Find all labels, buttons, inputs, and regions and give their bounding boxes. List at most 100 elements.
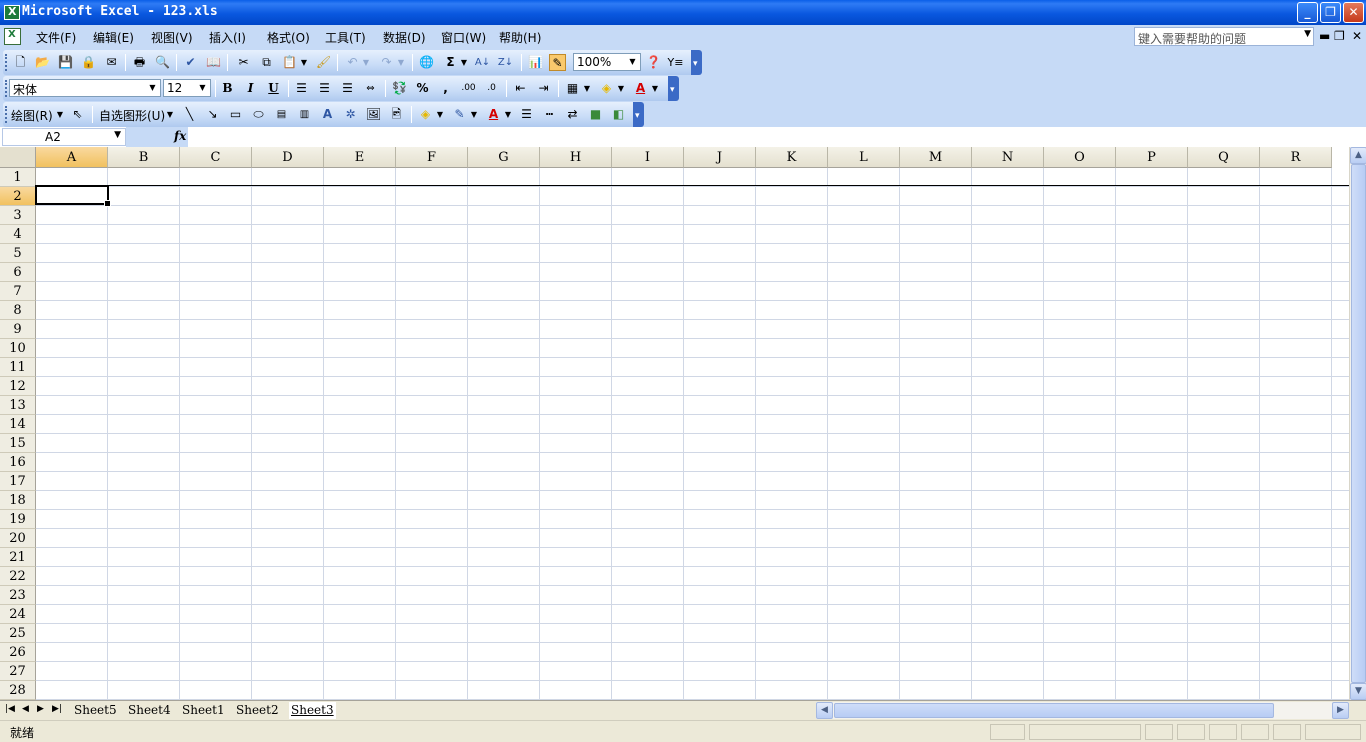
menu-help[interactable]: 帮助(H) xyxy=(499,29,541,46)
menu-window[interactable]: 窗口(W) xyxy=(441,29,486,46)
print-preview-icon[interactable]: 🔍 xyxy=(154,54,171,71)
autosum-icon[interactable]: Σ xyxy=(442,54,459,71)
row-header-7[interactable]: 7 xyxy=(0,282,36,301)
row-header-28[interactable]: 28 xyxy=(0,681,36,700)
active-cell[interactable] xyxy=(35,185,111,207)
align-right-icon[interactable]: ☰ xyxy=(339,80,356,97)
column-header-e[interactable]: E xyxy=(324,147,396,168)
menu-edit[interactable]: 编辑(E) xyxy=(93,29,134,46)
chevron-down-icon[interactable]: ▼ xyxy=(459,54,469,71)
chevron-down-icon[interactable]: ▼ xyxy=(582,80,592,97)
copy-icon[interactable]: ⧉ xyxy=(258,54,275,71)
tab-sheet2[interactable]: Sheet2 xyxy=(236,702,279,719)
save-icon[interactable]: 💾 xyxy=(57,54,74,71)
first-sheet-button[interactable]: |◀ xyxy=(5,704,15,714)
column-header-i[interactable]: I xyxy=(612,147,684,168)
column-header-m[interactable]: M xyxy=(900,147,972,168)
toolbar-options-button[interactable] xyxy=(691,50,702,75)
column-header-o[interactable]: O xyxy=(1044,147,1116,168)
textbox-icon[interactable]: ▤ xyxy=(273,106,290,123)
menu-format[interactable]: 格式(O) xyxy=(267,29,310,46)
clipart-icon[interactable]: 🖼 xyxy=(365,106,382,123)
row-header-17[interactable]: 17 xyxy=(0,472,36,491)
wordart-icon[interactable]: A xyxy=(319,106,336,123)
column-header-p[interactable]: P xyxy=(1116,147,1188,168)
toolbar-grip[interactable] xyxy=(5,106,8,123)
row-header-24[interactable]: 24 xyxy=(0,605,36,624)
column-header-q[interactable]: Q xyxy=(1188,147,1260,168)
picture-icon[interactable]: 🖻 xyxy=(388,106,405,123)
column-header-h[interactable]: H xyxy=(540,147,612,168)
line-icon[interactable]: ╲ xyxy=(181,106,198,123)
chevron-down-icon[interactable]: ▼ xyxy=(650,80,660,97)
scroll-left-button[interactable]: ◀ xyxy=(816,702,833,719)
prev-sheet-button[interactable]: ◀ xyxy=(22,704,29,714)
font-color-icon[interactable]: A xyxy=(632,80,649,97)
chevron-down-icon[interactable]: ▼ xyxy=(361,54,371,71)
row-header-11[interactable]: 11 xyxy=(0,358,36,377)
toolbar-options-button[interactable] xyxy=(668,76,679,101)
menu-insert[interactable]: 插入(I) xyxy=(209,29,246,46)
row-header-3[interactable]: 3 xyxy=(0,206,36,225)
column-header-r[interactable]: R xyxy=(1260,147,1332,168)
tab-sheet3[interactable]: Sheet3 xyxy=(289,702,336,719)
row-header-1[interactable]: 1 xyxy=(0,168,36,187)
dash-style-icon[interactable]: ┅ xyxy=(541,106,558,123)
filter-icon[interactable]: Y≡ xyxy=(667,54,684,71)
arrow-icon[interactable]: ↘ xyxy=(204,106,221,123)
row-header-23[interactable]: 23 xyxy=(0,586,36,605)
chevron-down-icon[interactable]: ▼ xyxy=(55,106,65,123)
comma-icon[interactable]: , xyxy=(437,80,454,97)
chevron-down-icon[interactable]: ▼ xyxy=(1304,29,1311,39)
row-header-15[interactable]: 15 xyxy=(0,434,36,453)
column-header-c[interactable]: C xyxy=(180,147,252,168)
column-header-k[interactable]: K xyxy=(756,147,828,168)
row-header-2[interactable]: 2 xyxy=(0,187,36,206)
column-header-d[interactable]: D xyxy=(252,147,324,168)
row-header-4[interactable]: 4 xyxy=(0,225,36,244)
diagram-icon[interactable]: ✲ xyxy=(342,106,359,123)
column-header-g[interactable]: G xyxy=(468,147,540,168)
merge-center-icon[interactable]: ⇔ xyxy=(362,80,379,97)
redo-icon[interactable]: ↷ xyxy=(378,54,395,71)
bold-button[interactable]: B xyxy=(219,80,236,97)
horizontal-scroll-thumb[interactable] xyxy=(834,703,1274,718)
column-header-b[interactable]: B xyxy=(108,147,180,168)
email-icon[interactable]: ✉ xyxy=(103,54,120,71)
column-header-f[interactable]: F xyxy=(396,147,468,168)
row-header-14[interactable]: 14 xyxy=(0,415,36,434)
column-header-n[interactable]: N xyxy=(972,147,1044,168)
fill-color-icon[interactable]: ◈ xyxy=(598,80,615,97)
percent-icon[interactable]: % xyxy=(414,80,431,97)
row-header-18[interactable]: 18 xyxy=(0,491,36,510)
open-icon[interactable]: 📂 xyxy=(34,54,51,71)
worksheet-grid[interactable]: ABCDEFGHIJKLMNOPQR 1 2 3 4 5 6 7 8 9 10 11 12 13 14 15… xyxy=(0,147,1349,700)
zoom-select[interactable]: 100% ▼ xyxy=(573,53,641,71)
document-icon[interactable] xyxy=(4,28,21,45)
decrease-decimal-icon[interactable]: .0 xyxy=(483,80,500,97)
scroll-right-button[interactable]: ▶ xyxy=(1332,702,1349,719)
oval-icon[interactable]: ⬭ xyxy=(250,106,267,123)
last-sheet-button[interactable]: ▶| xyxy=(52,704,62,714)
toolbar-grip[interactable] xyxy=(5,54,8,71)
tab-sheet1[interactable]: Sheet1 xyxy=(182,702,225,719)
autoshapes-menu-button[interactable]: 自选图形(U) xyxy=(99,107,165,124)
research-icon[interactable]: 📖 xyxy=(205,54,222,71)
next-sheet-button[interactable]: ▶ xyxy=(37,704,44,714)
help-search-input[interactable]: 键入需要帮助的问题 ▼ xyxy=(1134,27,1314,46)
new-icon[interactable]: 🗋 xyxy=(12,54,29,71)
restore-button[interactable]: ❐ xyxy=(1320,2,1341,23)
increase-indent-icon[interactable]: ⇥ xyxy=(535,80,552,97)
chevron-down-icon[interactable]: ▼ xyxy=(616,80,626,97)
chevron-down-icon[interactable]: ▼ xyxy=(114,130,121,140)
arrow-style-icon[interactable]: ⇄ xyxy=(564,106,581,123)
cells-area[interactable] xyxy=(36,168,1349,700)
hyperlink-icon[interactable]: 🌐 xyxy=(418,54,435,71)
row-header-27[interactable]: 27 xyxy=(0,662,36,681)
3d-style-icon[interactable]: ◧ xyxy=(610,106,627,123)
vertical-textbox-icon[interactable]: ▥ xyxy=(296,106,313,123)
menu-file[interactable]: 文件(F) xyxy=(36,29,76,46)
chevron-down-icon[interactable]: ▼ xyxy=(469,106,479,123)
chart-wizard-icon[interactable]: 📊 xyxy=(527,54,544,71)
row-header-5[interactable]: 5 xyxy=(0,244,36,263)
